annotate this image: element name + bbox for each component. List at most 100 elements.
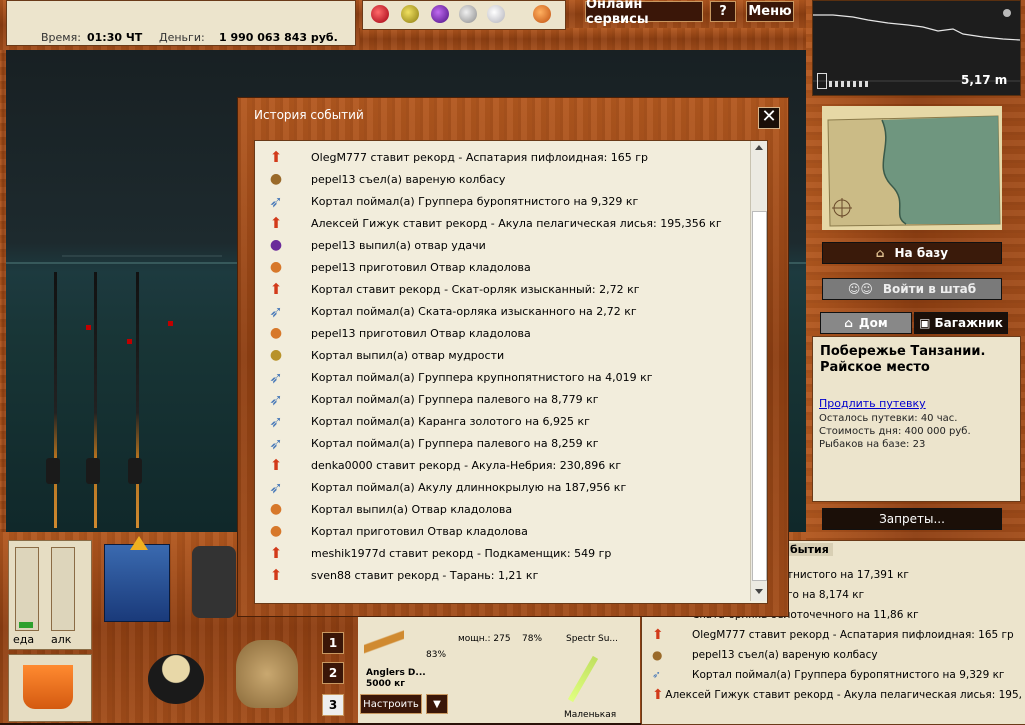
day-cost: Стоимость дня: 400 000 руб. [819, 426, 971, 437]
log-row: ⬆ Алексей Гижук ставит рекорд - Акула пел… [652, 685, 1022, 705]
to-hq-button[interactable]: ☺☺ Войти в штаб [822, 278, 1002, 300]
home-button[interactable]: ⌂ Дом [820, 312, 912, 334]
power-percent: 78% [522, 634, 543, 644]
event-text: Кортал поймал(а) Группера буропятнистого… [311, 194, 639, 208]
scrollbar-thumb[interactable] [752, 211, 767, 581]
event-text: Кортал поймал(а) Ската-орляка изысканног… [311, 304, 637, 318]
bucket-slot[interactable] [8, 654, 92, 722]
event-text: pepel13 съел(а) вареную колбасу [311, 172, 506, 186]
event-row: ⬆ denka0000 ставит рекорд - Акула-Небрия:… [255, 454, 767, 476]
net-bag-icon[interactable] [236, 640, 298, 708]
lure-icon[interactable] [567, 655, 599, 703]
event-text: Кортал выпил(а) отвар мудрости [311, 348, 505, 362]
depth-panel: 5,17 m [812, 0, 1021, 96]
potion-bar [362, 0, 566, 30]
record-arrow-icon: ⬆ [652, 627, 664, 643]
status-panel: Время: 01:30 ЧТ Деньги: 1 990 063 843 ру… [0, 0, 360, 50]
to-base-button[interactable]: ⌂ На базу [822, 242, 1002, 264]
tackle-panel: Anglers D... 5000 кг 83% мощн.: 275 78% … [358, 612, 640, 723]
fishing-rod-3[interactable] [136, 272, 139, 528]
white-potion-icon[interactable] [487, 5, 505, 23]
event-text: Кортал приготовил Отвар кладолова [311, 524, 528, 538]
backpack-icon[interactable] [192, 546, 236, 618]
event-row: ➶ Кортал поймал(а) Группера крупнопятнист… [255, 366, 767, 388]
map-panel[interactable] [822, 106, 1002, 230]
anglers-count: Рыбаков на базе: 23 [819, 439, 926, 450]
fish-icon: ➶ [269, 191, 283, 211]
event-row: ● pepel13 съел(а) вареную колбасу [255, 168, 767, 190]
lure-name: Маленькая [564, 710, 617, 720]
close-button[interactable]: ✕ [758, 107, 780, 129]
scroll-down-icon[interactable] [755, 589, 763, 594]
event-text: sven88 ставит рекорд - Тарань: 1,21 кг [311, 568, 539, 582]
fish-icon: ➶ [269, 367, 283, 387]
configure-dropdown-button[interactable]: ▼ [426, 694, 448, 714]
events-log-tab[interactable]: бытия [786, 543, 833, 556]
event-row: ● pepel13 выпил(а) отвар удачи [255, 234, 767, 256]
menu-button[interactable]: Меню [746, 1, 794, 22]
power-label: мощн.: 275 [458, 634, 511, 644]
house-icon: ⌂ [875, 246, 885, 260]
rod-name: Anglers D... [366, 668, 426, 678]
pier [62, 255, 222, 265]
event-row: ⬆ Кортал ставит рекорд - Скат-орляк изыск… [255, 278, 767, 300]
fishing-rod-1[interactable] [54, 272, 57, 528]
bans-button[interactable]: Запреты... [822, 508, 1002, 530]
alcohol-label: алк [51, 633, 72, 646]
tackle-box-icon[interactable] [104, 544, 170, 622]
record-arrow-icon: ⬆ [269, 544, 283, 562]
record-arrow-icon: ⬆ [269, 214, 283, 232]
time-label: Время: [41, 31, 81, 44]
float-1-icon [86, 325, 91, 330]
potion-icon: ● [269, 259, 283, 275]
extend-trip-link[interactable]: Продлить путевку [819, 397, 926, 410]
potion-icon: ● [269, 501, 283, 517]
event-text: OlegM777 ставит рекорд - Аспатария пифло… [311, 150, 649, 164]
slot-2-button[interactable]: 2 [322, 662, 344, 684]
battery-icon [817, 73, 827, 89]
signal-icon [829, 81, 869, 87]
red-potion-icon[interactable] [371, 5, 389, 23]
car-icon: ▣ [919, 316, 931, 330]
slot-3-button[interactable]: 3 [322, 694, 344, 716]
record-arrow-icon: ⬆ [269, 280, 283, 298]
event-text: pepel13 приготовил Отвар кладолова [311, 260, 531, 274]
event-text: Кортал поймал(а) Группера крупнопятнисто… [311, 370, 653, 384]
slot-1-button[interactable]: 1 [322, 632, 344, 654]
trunk-label: Багажник [934, 316, 1003, 330]
event-row: ➶ Кортал поймал(а) Ската-орляка изысканно… [255, 300, 767, 322]
silver-potion-icon[interactable] [459, 5, 477, 23]
scrollbar[interactable] [750, 141, 767, 601]
home-label: Дом [858, 316, 888, 330]
event-text: Алексей Гижук ставит рекорд - Акула пела… [311, 216, 722, 230]
to-base-label: На базу [894, 246, 949, 260]
event-text: Кортал выпил(а) Отвар кладолова [311, 502, 513, 516]
event-row: ➶ Кортал поймал(а) Группера буропятнистог… [255, 190, 767, 212]
fishing-rod-2[interactable] [94, 272, 97, 528]
depth-close-icon[interactable] [1003, 9, 1011, 17]
scroll-up-icon[interactable] [755, 145, 763, 150]
food-gauge [15, 547, 39, 631]
help-button[interactable]: ? [710, 1, 736, 22]
float-3-icon [168, 321, 173, 326]
food-label: еда [13, 633, 35, 646]
alcohol-gauge [51, 547, 75, 631]
rod-icon[interactable] [364, 616, 404, 672]
purple-potion-icon[interactable] [431, 5, 449, 23]
orange-potion-icon[interactable] [533, 5, 551, 23]
record-arrow-icon: ⬆ [269, 148, 283, 166]
fish-icon: ➶ [269, 433, 283, 453]
cauldron-icon[interactable] [148, 654, 204, 704]
trip-remaining: Осталось путевки: 40 час. [819, 413, 958, 424]
log-text: Кортал поймал(а) Группера буропятнистого… [692, 669, 1005, 681]
money-value: 1 990 063 843 руб. [219, 31, 338, 44]
event-row: ⬆ Алексей Гижук ставит рекорд - Акула пел… [255, 212, 767, 234]
reel-name: Spectr Su... [566, 634, 619, 644]
configure-button[interactable]: Настроить [360, 694, 422, 714]
food-icon: ● [269, 171, 283, 187]
trunk-button[interactable]: ▣ Багажник [914, 312, 1008, 334]
online-services-button[interactable]: Онлайн сервисы [585, 0, 703, 27]
event-text: Кортал поймал(а) Акулу длиннокрылую на 1… [311, 480, 627, 494]
yellow-potion-icon[interactable] [401, 5, 419, 23]
frame-left [0, 28, 6, 532]
